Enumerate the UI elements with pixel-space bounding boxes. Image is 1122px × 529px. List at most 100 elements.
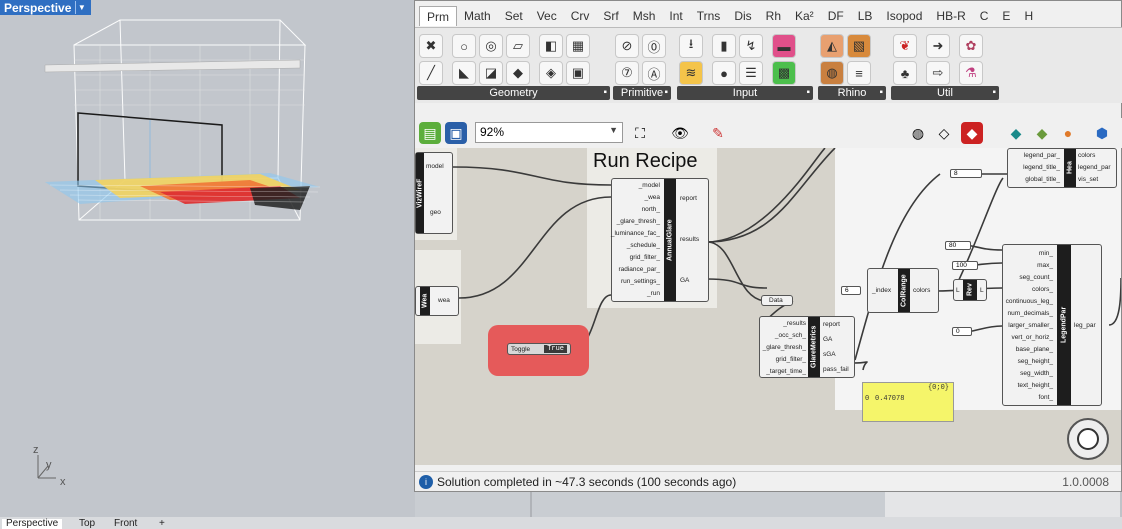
shaded-icon[interactable]: ◆ [961, 122, 983, 144]
tab-c[interactable]: C [973, 6, 996, 26]
toggle-icon[interactable]: ▮ [712, 34, 736, 58]
matrix-icon[interactable]: ▩ [772, 61, 796, 85]
document-preview-icon[interactable]: ◆ [1031, 122, 1053, 144]
import-icon[interactable]: ⭳ [679, 34, 703, 58]
tab-vec[interactable]: Vec [530, 6, 564, 26]
circle-icon[interactable]: ○ [452, 34, 476, 58]
slider-eighty[interactable]: 80 [945, 241, 971, 250]
rhino-spiral-icon[interactable]: ◍ [820, 61, 844, 85]
heat-component[interactable]: legend_par_ legend_title_ global_title_ … [1007, 148, 1117, 188]
slider-hundred[interactable]: 100 [952, 261, 978, 270]
tab-top[interactable]: Top [75, 519, 99, 529]
brep-icon[interactable]: ◪ [479, 61, 503, 85]
slider-eight[interactable]: 8 [950, 169, 982, 178]
arrow-hollow-icon[interactable]: ⇨ [926, 61, 950, 85]
colrange-label: ColRange [898, 269, 910, 312]
mesh-icon[interactable]: ▦ [566, 34, 590, 58]
curve-icon[interactable]: ◣ [452, 61, 476, 85]
surface-icon[interactable]: ▱ [506, 34, 530, 58]
ribbon-group-label[interactable]: Util ▪ [891, 86, 999, 100]
slider-six[interactable]: 6 [841, 286, 861, 295]
tab-int[interactable]: Int [662, 6, 689, 26]
point-icon[interactable]: ◆ [506, 61, 530, 85]
integer-icon[interactable]: ⓪ [642, 34, 666, 58]
cherry-icon[interactable]: ❦ [893, 34, 917, 58]
rhino-pattern-icon[interactable]: ▧ [847, 34, 871, 58]
save-file-icon[interactable]: ▣ [445, 122, 467, 144]
open-file-icon[interactable]: ▤ [419, 122, 441, 144]
rhino-shape-icon[interactable]: ◭ [820, 34, 844, 58]
tab-math[interactable]: Math [457, 6, 498, 26]
vizwire-label: VizWireF [416, 153, 424, 233]
wireframe-icon[interactable]: ◇ [933, 122, 955, 144]
box-icon[interactable]: ◧ [539, 34, 563, 58]
boolean-icon[interactable]: ⊘ [615, 34, 639, 58]
graph-icon[interactable]: ≋ [679, 61, 703, 85]
toggle-value[interactable]: True [544, 345, 567, 353]
swatch-icon[interactable]: ▬ [772, 34, 796, 58]
rev-component[interactable]: L Rev L [953, 279, 987, 301]
ribbon-group-label[interactable]: Geometry ▪ [417, 86, 610, 100]
tree-icon[interactable]: ♣ [893, 61, 917, 85]
tab-srf[interactable]: Srf [596, 6, 625, 26]
legendpar-component[interactable]: min_ max_ seg_count_ colors_ continuous_… [1002, 244, 1102, 406]
slider-zero[interactable]: 0 [952, 327, 972, 336]
preview-eye-icon[interactable]: 👁 [669, 122, 691, 144]
zoom-select[interactable]: 92% ▼ [475, 122, 623, 143]
text-icon[interactable]: Ⓐ [642, 61, 666, 85]
gh-canvas[interactable]: Run Recipe VizWireF model geo Wea wea _m… [415, 148, 1121, 465]
tab-rh[interactable]: Rh [759, 6, 788, 26]
tab-trns[interactable]: Trns [690, 6, 728, 26]
colrange-component[interactable]: _index ColRange colors [867, 268, 939, 313]
group-icon[interactable]: ◈ [539, 61, 563, 85]
result-panel[interactable]: {0;0} 0 0.47078 [862, 382, 954, 422]
tab-crv[interactable]: Crv [564, 6, 597, 26]
tab-e[interactable]: E [995, 6, 1017, 26]
tab-prm[interactable]: Prm [419, 6, 457, 26]
vizwire-component[interactable]: VizWireF model geo [415, 152, 453, 234]
tab-front[interactable]: Front [110, 519, 141, 529]
rhino-viewport[interactable]: Perspective ▼ z y x [0, 0, 415, 517]
annual-glare-component[interactable]: _model _wea north_ _glare_thresh_ _lumin… [611, 178, 709, 302]
material-icon[interactable]: ● [1057, 122, 1079, 144]
tab-hb-r[interactable]: HB-R [929, 6, 972, 26]
ribbon-group-input: ⭳ ▮ ↯ ▬ ≋ ● ☰ ▩ Input ▪ [677, 32, 813, 104]
tab-h[interactable]: H [1017, 6, 1040, 26]
rhino-layer-icon[interactable]: ≡ [847, 61, 871, 85]
slider-icon[interactable]: ↯ [739, 34, 763, 58]
zoom-extents-icon[interactable]: ⛶ [629, 122, 651, 144]
field-icon[interactable]: ▣ [566, 61, 590, 85]
boolean-toggle[interactable]: Toggle True [507, 343, 571, 355]
glare-metrics-component[interactable]: _results _occ_sch_ _glare_thresh_ grid_f… [759, 316, 855, 378]
tab-msh[interactable]: Msh [626, 6, 663, 26]
tab-lb[interactable]: LB [851, 6, 880, 26]
line-icon[interactable]: ╱ [419, 61, 443, 85]
list-icon[interactable]: ☰ [739, 61, 763, 85]
geometry-icon[interactable]: ✖ [419, 34, 443, 58]
data-param[interactable]: Data [761, 295, 793, 306]
grasshopper-window[interactable]: Prm Math Set Vec Crv Srf Msh Int Trns Di… [414, 0, 1122, 492]
ribbon-group-label[interactable]: Primitive ▪ [613, 86, 671, 100]
navigation-wheel-icon[interactable] [1067, 418, 1109, 460]
tab-isopod[interactable]: Isopod [879, 6, 929, 26]
fragment-icon[interactable]: ✿ [959, 34, 983, 58]
tab-set[interactable]: Set [498, 6, 530, 26]
wea-component[interactable]: Wea wea [415, 286, 459, 316]
arc-icon[interactable]: ◎ [479, 34, 503, 58]
sketch-icon[interactable]: ✎ [707, 122, 729, 144]
tab-perspective[interactable]: Perspective [2, 519, 63, 529]
ribbon-group-label[interactable]: Rhino ▪ [818, 86, 886, 100]
ribbon-group-label[interactable]: Input ▪ [677, 86, 813, 100]
tab-ka2[interactable]: Ka² [788, 6, 821, 26]
selected-preview-icon[interactable]: ◆ [1005, 122, 1027, 144]
port-pass-fail: pass_fail [823, 366, 849, 373]
tab-df[interactable]: DF [821, 6, 851, 26]
add-viewport-tab[interactable]: + [155, 519, 169, 529]
tab-dis[interactable]: Dis [727, 6, 758, 26]
number-icon[interactable]: ⑦ [615, 61, 639, 85]
display-settings-icon[interactable]: ⬢ [1091, 122, 1113, 144]
arrow-right-icon[interactable]: ➜ [926, 34, 950, 58]
flask-icon[interactable]: ⚗ [959, 61, 983, 85]
preview-mode-icon[interactable]: ◍ [907, 122, 929, 144]
button-icon[interactable]: ● [712, 61, 736, 85]
